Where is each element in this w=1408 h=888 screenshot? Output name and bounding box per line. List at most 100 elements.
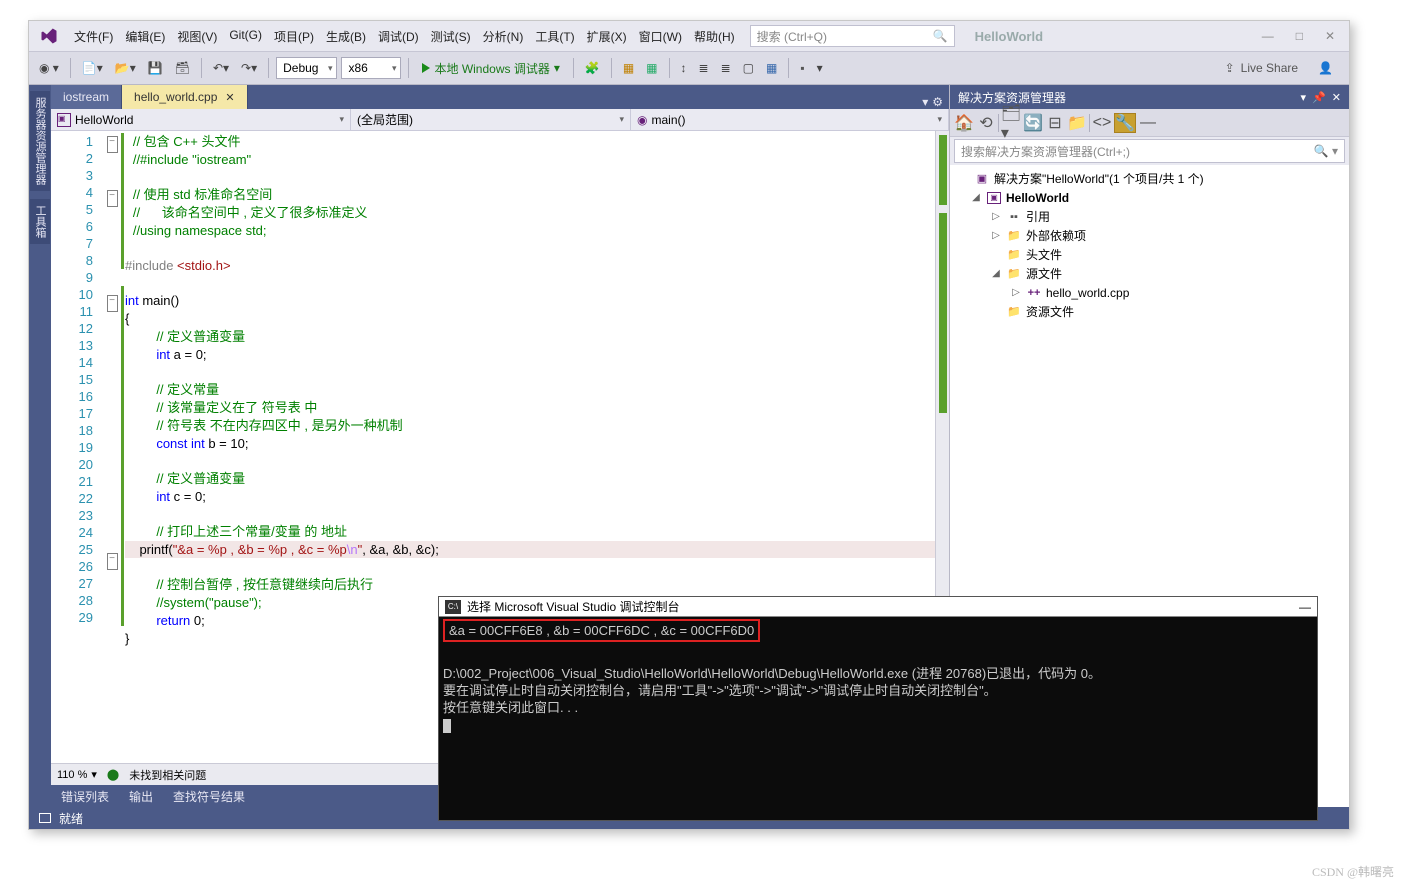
redo-button[interactable]: ↷▾ — [237, 59, 261, 77]
sol-close-icon[interactable]: ✕ — [1332, 91, 1341, 104]
cmd-icon: C:\ — [445, 600, 461, 614]
document-tabs: iostream hello_world.cpp✕ ▾ ⚙ — [51, 85, 949, 109]
tb-icon-2[interactable]: ▦ — [619, 59, 638, 77]
undo-button[interactable]: ↶▾ — [209, 59, 233, 77]
tb-icon-8[interactable]: ▦ — [762, 59, 781, 77]
save-all-button[interactable]: 🗃 — [171, 59, 194, 77]
menu-window[interactable]: 窗口(W) — [634, 24, 687, 49]
menu-test[interactable]: 测试(S) — [426, 24, 476, 49]
save-button[interactable]: 💾 — [144, 59, 167, 77]
left-tool-rail: 服务器资源管理器 工具箱 — [29, 85, 51, 807]
nav-back-button[interactable]: ◉ ▾ — [35, 59, 63, 77]
sol-home-icon[interactable]: 🏠 — [954, 113, 974, 133]
tabs-overflow-icon[interactable]: ▾ — [922, 95, 928, 109]
console-minimize[interactable]: — — [1299, 600, 1311, 614]
menu-edit[interactable]: 编辑(E) — [120, 24, 170, 49]
fold-column[interactable]: − − − − — [103, 131, 121, 763]
sol-pin-icon[interactable]: 📌 — [1312, 91, 1326, 104]
tab-error-list[interactable]: 错误列表 — [51, 785, 119, 808]
toolbar: ◉ ▾ 📄▾ 📂▾ 💾 🗃 ↶▾ ↷▾ Debug x86 本地 Windows… — [29, 51, 1349, 85]
sol-resources[interactable]: 资源文件 — [1026, 303, 1074, 320]
vs-logo-icon — [37, 24, 61, 48]
console-titlebar[interactable]: C:\ 选择 Microsoft Visual Studio 调试控制台 — — [439, 597, 1317, 617]
menu-debug[interactable]: 调试(D) — [373, 24, 424, 49]
nav-function[interactable]: ◉main() — [631, 109, 949, 130]
sol-dropdown-icon[interactable]: ▾ — [1301, 91, 1307, 104]
tab-close-icon[interactable]: ✕ — [225, 91, 234, 104]
sol-showall-icon[interactable]: 📁 — [1067, 113, 1087, 133]
tb-icon-9[interactable]: ▪ — [796, 59, 808, 77]
nav-scope[interactable]: ▣HelloWorld — [51, 109, 351, 130]
rail-toolbox[interactable]: 工具箱 — [30, 199, 50, 244]
config-combo[interactable]: Debug — [276, 57, 337, 79]
menu-analyze[interactable]: 分析(N) — [478, 24, 529, 49]
sol-external[interactable]: 外部依赖项 — [1026, 227, 1086, 244]
watermark: CSDN @韩曙亮 — [1312, 863, 1394, 880]
account-icon[interactable]: 👤 — [1318, 61, 1333, 75]
tb-icon-10[interactable]: ▾ — [813, 59, 827, 77]
sol-sources[interactable]: 源文件 — [1026, 265, 1062, 282]
tb-icon-4[interactable]: ↕ — [677, 59, 691, 77]
nav-bar: ▣HelloWorld (全局范围) ◉main() — [51, 109, 949, 131]
sol-headers[interactable]: 头文件 — [1026, 246, 1062, 263]
live-share-icon: ⇪ — [1225, 61, 1235, 75]
tb-icon-3[interactable]: ▦ — [642, 59, 661, 77]
menu-bar: 文件(F) 编辑(E) 视图(V) Git(G) 项目(P) 生成(B) 调试(… — [29, 21, 1349, 51]
tab-find-symbols[interactable]: 查找符号结果 — [163, 785, 255, 808]
tab-output[interactable]: 输出 — [119, 785, 163, 808]
tab-hello-world[interactable]: hello_world.cpp✕ — [122, 85, 248, 109]
menu-file[interactable]: 文件(F) — [69, 24, 118, 49]
menu-build[interactable]: 生成(B) — [321, 24, 371, 49]
tb-icon-6[interactable]: ≣ — [717, 59, 735, 77]
platform-combo[interactable]: x86 — [341, 57, 401, 79]
sol-toolbar: 🏠 ⟲ 🗂▾ 🔄 ⊟ 📁 <> 🔧 — — [950, 109, 1349, 137]
tabs-settings-icon[interactable]: ⚙ — [932, 95, 943, 109]
debug-console: C:\ 选择 Microsoft Visual Studio 调试控制台 — &… — [438, 596, 1318, 821]
issues-text: 未找到相关问题 — [129, 767, 206, 783]
menu-git[interactable]: Git(G) — [224, 24, 267, 49]
sol-refresh-icon[interactable]: 🔄 — [1023, 113, 1043, 133]
sol-save-icon[interactable]: 🗂▾ — [1001, 113, 1021, 133]
search-icon: 🔍 ▾ — [1314, 144, 1338, 158]
start-debug-button[interactable]: 本地 Windows 调试器 ▾ — [416, 60, 565, 77]
zoom-combo[interactable]: 110 % ▾ — [57, 768, 97, 781]
status-ready: 就绪 — [59, 810, 83, 827]
search-icon: 🔍 — [933, 29, 948, 43]
new-item-button[interactable]: 📄▾ — [78, 59, 107, 77]
sol-collapse-icon[interactable]: ⊟ — [1045, 113, 1065, 133]
window-minimize[interactable]: — — [1262, 29, 1274, 43]
nav-global[interactable]: (全局范围) — [351, 109, 631, 130]
search-placeholder: 搜索 (Ctrl+Q) — [757, 28, 827, 45]
sol-project[interactable]: HelloWorld — [1006, 191, 1069, 205]
sol-references[interactable]: 引用 — [1026, 208, 1050, 225]
tb-icon-1[interactable]: 🧩 — [581, 59, 604, 77]
sol-code-icon[interactable]: <> — [1092, 113, 1112, 133]
sol-more-icon[interactable]: — — [1138, 113, 1158, 133]
sol-search[interactable]: 搜索解决方案资源管理器(Ctrl+;)🔍 ▾ — [954, 139, 1345, 163]
tab-iostream[interactable]: iostream — [51, 85, 122, 109]
menu-help[interactable]: 帮助(H) — [689, 24, 740, 49]
quick-search[interactable]: 搜索 (Ctrl+Q) 🔍 — [750, 25, 955, 47]
menu-extensions[interactable]: 扩展(X) — [582, 24, 632, 49]
cursor-icon — [443, 719, 451, 733]
console-highlight: &a = 00CFF6E8 , &b = 00CFF6DC , &c = 00C… — [443, 619, 760, 642]
line-numbers: 1234567891011121314151617181920212223242… — [51, 131, 103, 763]
menu-view[interactable]: 视图(V) — [172, 24, 222, 49]
issues-ok-icon: ⬤ — [107, 768, 119, 781]
live-share-button[interactable]: Live Share — [1241, 61, 1298, 75]
tb-icon-5[interactable]: ≣ — [695, 59, 713, 77]
menu-tools[interactable]: 工具(T) — [530, 24, 579, 49]
app-title: HelloWorld — [975, 29, 1043, 44]
window-close[interactable]: ✕ — [1325, 29, 1335, 43]
window-maximize[interactable]: □ — [1296, 29, 1303, 43]
sol-root[interactable]: 解决方案"HelloWorld"(1 个项目/共 1 个) — [994, 170, 1204, 187]
rail-server-explorer[interactable]: 服务器资源管理器 — [30, 91, 50, 191]
sol-properties-icon[interactable]: 🔧 — [1114, 113, 1136, 133]
console-output: &a = 00CFF6E8 , &b = 00CFF6DC , &c = 00C… — [439, 617, 1317, 735]
menu-project[interactable]: 项目(P) — [269, 24, 319, 49]
tb-icon-7[interactable]: ▢ — [739, 59, 758, 77]
sol-file[interactable]: hello_world.cpp — [1046, 286, 1129, 300]
sol-sync-icon[interactable]: ⟲ — [976, 113, 996, 133]
open-button[interactable]: 📂▾ — [111, 59, 140, 77]
status-rect-icon — [39, 813, 51, 823]
